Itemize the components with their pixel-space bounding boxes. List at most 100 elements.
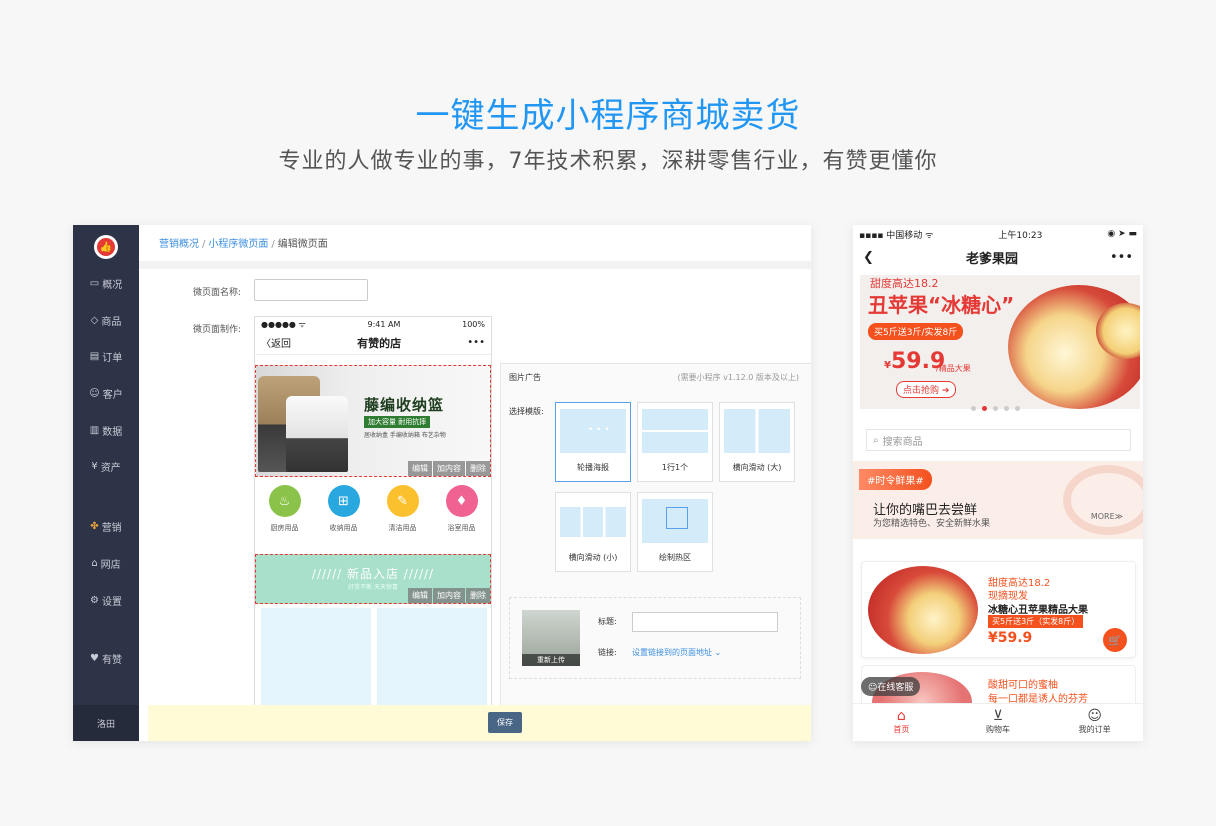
carousel-dot[interactable] xyxy=(1004,406,1009,411)
placeholder-grid xyxy=(261,608,487,715)
breadcrumb-separator: / xyxy=(271,239,275,250)
sidebar-item-marketing[interactable]: ✤ 营销 xyxy=(73,516,139,536)
grid-icon: ✤ xyxy=(90,520,99,532)
page-name-input[interactable] xyxy=(254,279,368,301)
sidebar-item-store[interactable]: ⌂ 网店 xyxy=(73,553,139,573)
sidebar-item-settings[interactable]: ⚙ 设置 xyxy=(73,590,139,610)
delete-button[interactable]: 删除 xyxy=(466,588,490,603)
battery-icon: 100% xyxy=(462,319,485,329)
user-icon: ☺ xyxy=(89,387,100,399)
sidebar-item-data[interactable]: ▥ 数据 xyxy=(73,420,139,440)
tab-label: 我的订单 xyxy=(1078,725,1111,734)
reupload-button[interactable]: 重新上传 xyxy=(522,654,580,666)
category-label: 浴室用品 xyxy=(447,524,476,532)
mobile-preview: ▪▪▪▪ 中国移动 ᯤ 上午10:23 ◉ ➤ ▬ ❮ 老爹果园 ••• 甜度高… xyxy=(853,225,1143,741)
edit-bar: 编辑 加内容 删除 xyxy=(407,588,490,603)
banner-title: 藤编收纳篮 xyxy=(364,396,445,414)
chevron-left-icon[interactable]: ❮ xyxy=(863,250,874,265)
logo[interactable]: 👍 xyxy=(94,235,118,259)
breadcrumb-link-micropage[interactable]: 小程序微页面 xyxy=(208,239,268,250)
signal-icon: ●●●●● ᯤ xyxy=(261,319,306,329)
sidebar-item-customers[interactable]: ☺ 客户 xyxy=(73,383,139,403)
sidebar-item-label: 订单 xyxy=(102,352,123,364)
category-storage[interactable]: ⊞ 收纳用品 xyxy=(319,485,369,543)
image-ad-banner[interactable]: 藤编收纳篮 加大容量 耐用抗摔 居收纳盒 手编收纳箱 布艺杂物 编辑 加内容 删… xyxy=(255,365,491,477)
template-slide-large[interactable]: 横向滑动 (大) xyxy=(719,402,795,482)
tab-home[interactable]: ⌂ 首页 xyxy=(853,704,950,741)
delete-button[interactable]: 删除 xyxy=(466,461,490,476)
tab-cart[interactable]: ⊻ 购物车 xyxy=(950,704,1047,741)
seasonal-tag: #时令鲜果# xyxy=(859,469,932,490)
list-icon: ▤ xyxy=(89,350,100,362)
category-label: 清洁用品 xyxy=(388,524,417,532)
tab-orders[interactable]: ☺ 我的订单 xyxy=(1046,704,1143,741)
category-cleaning[interactable]: ✎ 清洁用品 xyxy=(378,485,428,543)
sidebar-item-label: 设置 xyxy=(101,596,122,608)
edit-button[interactable]: 编辑 xyxy=(408,461,432,476)
template-carousel[interactable]: • • • 轮播海报 xyxy=(555,402,631,482)
template-hotspot[interactable]: 绘制热区 xyxy=(637,492,713,572)
user-name[interactable]: 洛田 xyxy=(73,705,139,741)
edit-bar: 编辑 加内容 删除 xyxy=(407,461,490,476)
customer-service-button[interactable]: ☺在线客服 xyxy=(861,677,921,696)
sidebar-item-goods[interactable]: ◇ 商品 xyxy=(73,310,139,330)
buy-now-button[interactable]: 点击抢购 ➔ xyxy=(896,381,957,398)
more-icon[interactable]: ••• xyxy=(1110,250,1133,265)
thumbs-up-icon: 👍 xyxy=(97,238,115,256)
tab-bar: ⌂ 首页 ⊻ 购物车 ☺ 我的订单 xyxy=(853,703,1143,741)
sidebar-item-orders[interactable]: ▤ 订单 xyxy=(73,346,139,366)
banner-promo: 买5斤送3斤/实发8斤 xyxy=(868,323,964,340)
product-card[interactable]: 甜度高达18.2 现摘现发 冰糖心丑苹果精品大果 买5斤送3斤（实发8斤） ¥5… xyxy=(861,561,1136,658)
sidebar-item-youzan[interactable]: ♥ 有赞 xyxy=(73,648,139,668)
bottle-icon: ♦ xyxy=(445,485,478,517)
carrier: ▪▪▪▪ 中国移动 ᯤ xyxy=(859,230,934,241)
decor-ring xyxy=(1063,465,1143,535)
breadcrumb-link-marketing[interactable]: 营销概况 xyxy=(159,239,199,250)
carousel-dot[interactable] xyxy=(982,406,987,411)
template-slide-small[interactable]: 横向滑动 (小) xyxy=(555,492,631,572)
basket-icon: ⊞ xyxy=(327,485,360,517)
shop-title: 老爹果园 xyxy=(965,251,1018,267)
carousel-dot[interactable] xyxy=(971,406,976,411)
template-label: 轮播海报 xyxy=(577,463,609,472)
carousel-dots xyxy=(971,406,1020,411)
new-arrivals-banner[interactable]: ////// 新品入店 ////// 好货不断 天天惊喜 编辑 加内容 删除 xyxy=(255,554,491,604)
category-bathroom[interactable]: ♦ 浴室用品 xyxy=(437,485,487,543)
template-thumb xyxy=(560,507,626,537)
banner-line2: 丑苹果“冰糖心” xyxy=(868,293,1015,317)
template-thumb xyxy=(642,409,708,453)
category-kitchen[interactable]: ♨ 厨房用品 xyxy=(260,485,310,543)
sidebar-item-label: 营销 xyxy=(101,522,122,534)
cart-icon[interactable]: 🛒 xyxy=(1103,628,1127,652)
sidebar-item-label: 网店 xyxy=(100,559,121,571)
uploaded-image[interactable]: 重新上传 xyxy=(522,610,580,666)
carousel-dot[interactable] xyxy=(993,406,998,411)
add-content-button[interactable]: 加内容 xyxy=(433,461,465,476)
more-icon[interactable]: ••• xyxy=(467,337,485,348)
search-icon: ⌕ xyxy=(873,434,879,446)
divider xyxy=(139,261,811,269)
seasonal-subtitle: 为您精选特色、安全新鲜水果 xyxy=(873,519,991,529)
carousel-dot[interactable] xyxy=(1015,406,1020,411)
sidebar-item-assets[interactable]: ¥ 资产 xyxy=(73,456,139,476)
config-title: 图片广告 xyxy=(509,373,541,382)
template-single[interactable]: 1行1个 xyxy=(637,402,713,482)
phone-status-bar: ●●●●● ᯤ 9:41 AM 100% xyxy=(255,317,491,331)
more-link[interactable]: MORE≫ xyxy=(1091,512,1123,521)
seasonal-fruit-banner[interactable]: #时令鲜果# 让你的嘴巴去尝鲜 为您精选特色、安全新鲜水果 MORE≫ xyxy=(853,461,1143,539)
edit-button[interactable]: 编辑 xyxy=(408,588,432,603)
add-content-button[interactable]: 加内容 xyxy=(433,588,465,603)
tag-icon: ◇ xyxy=(90,314,99,326)
banner-caption: 居收纳盒 手编收纳箱 布艺杂物 xyxy=(364,432,446,439)
battery-icon: ◉ ➤ ▬ xyxy=(1107,229,1137,239)
template-label: 1行1个 xyxy=(661,463,689,472)
page-name-label: 微页面名称: xyxy=(193,288,242,298)
thumbs-up-icon: ♥ xyxy=(90,652,99,664)
set-link-dropdown[interactable]: 设置链接到的页面地址 ⌄ xyxy=(632,647,721,658)
back-button[interactable]: 〈返回 xyxy=(261,335,291,350)
promo-banner[interactable]: 甜度高达18.2 丑苹果“冰糖心” 买5斤送3斤/实发8斤 ¥59.9 /精品大… xyxy=(860,275,1140,409)
save-button[interactable]: 保存 xyxy=(488,712,522,733)
ad-title-input[interactable] xyxy=(632,612,778,632)
search-input[interactable]: ⌕ 搜索商品 xyxy=(866,429,1131,451)
sidebar-item-overview[interactable]: ▭ 概况 xyxy=(73,273,139,293)
